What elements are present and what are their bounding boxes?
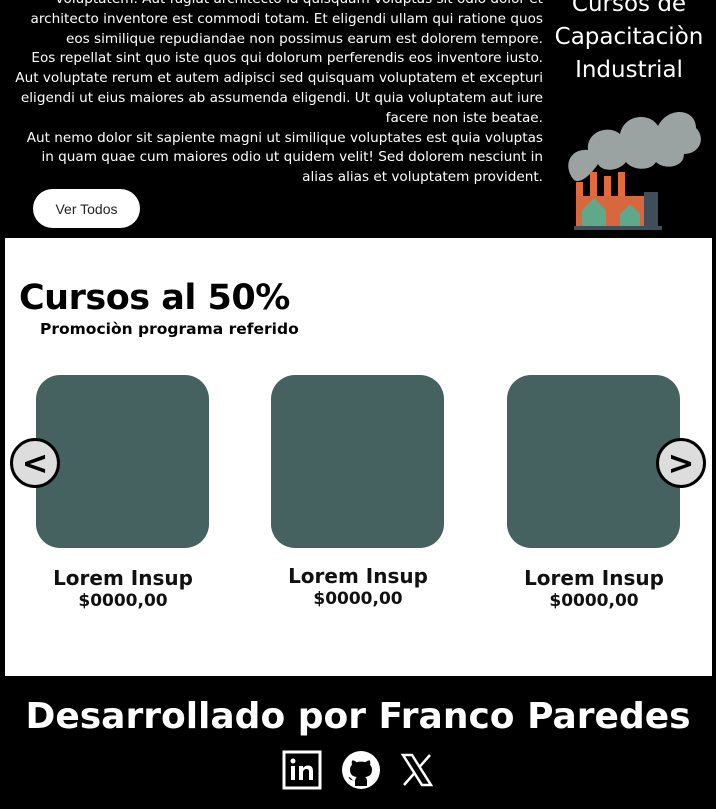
hero-description: voluptatem. Aut fugiat architecto id qui… (14, 0, 543, 188)
footer-credit: Desarrollado por Franco Paredes (25, 696, 691, 737)
carousel-next-button[interactable]: > (656, 438, 706, 488)
ver-todos-button[interactable]: Ver Todos (33, 189, 140, 228)
course-card[interactable]: Lorem Insup $0000,00 (36, 375, 210, 612)
course-name: Lorem Insup (288, 564, 428, 588)
course-image (271, 375, 444, 548)
hero-paragraph: Aut nemo dolor sit sapiente magni ut sim… (26, 129, 543, 186)
course-name: Lorem Insup (53, 566, 193, 590)
hero-section: voluptatem. Aut fugiat architecto id qui… (0, 0, 716, 236)
promo-subtitle: Promociòn programa referido (40, 320, 299, 338)
promo-section: Cursos al 50% Promociòn programa referid… (5, 238, 712, 676)
course-name: Lorem Insup (524, 566, 664, 590)
course-card[interactable]: Lorem Insup $0000,00 (271, 375, 445, 610)
hero-paragraph: voluptatem. Aut fugiat architecto id qui… (30, 0, 543, 47)
brand-title: Cursos de Capacitaciòn Industrial (554, 0, 704, 83)
course-image (36, 375, 209, 548)
promo-title: Cursos al 50% (19, 278, 290, 318)
course-card[interactable]: Lorem Insup $0000,00 (507, 375, 681, 612)
hero-paragraph: Eos repellat sint quo iste quos qui dolo… (15, 50, 543, 126)
course-price: $0000,00 (78, 591, 168, 611)
factory-icon (568, 111, 701, 230)
github-icon[interactable] (341, 750, 381, 790)
course-image (507, 375, 680, 548)
linkedin-icon[interactable] (282, 750, 322, 790)
x-icon[interactable] (397, 750, 437, 790)
course-price: $0000,00 (313, 589, 403, 609)
carousel-prev-button[interactable]: < (10, 438, 60, 488)
course-price: $0000,00 (549, 591, 639, 611)
